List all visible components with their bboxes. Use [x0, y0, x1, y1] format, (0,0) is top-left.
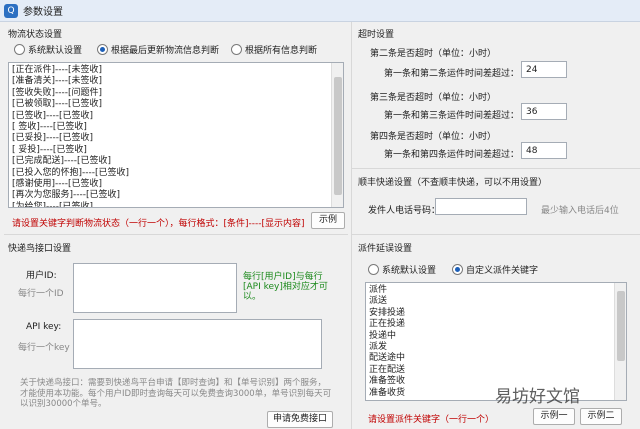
list-item: 配送途中	[369, 353, 406, 364]
userid-label: 用户ID:	[26, 271, 57, 281]
list-item: [已被领取]----[已签收]	[12, 99, 103, 110]
apply-free-api-button[interactable]: 申请免费接口	[267, 411, 333, 428]
list-item: [正在派件]----[未签收]	[12, 65, 103, 75]
list-item: [签收失败]----[问题件]	[12, 87, 103, 98]
timeout-heading-3: 第三条是否超时（单位：小时）	[370, 93, 497, 103]
list-item: 正在配送	[369, 364, 406, 375]
divider	[351, 22, 352, 429]
radio-icon	[368, 264, 379, 275]
dispatch-example1-button[interactable]: 示例一	[533, 408, 575, 425]
sf-phone-label: 发件人电话号码：	[368, 206, 441, 216]
timeout-heading-4: 第四条是否超时（单位：小时）	[370, 132, 497, 142]
list-item: [ 签收]----[已签收]	[12, 122, 87, 133]
list-item: 派送	[369, 296, 388, 307]
logistics-radio-default[interactable]: 系统默认设置	[14, 43, 82, 56]
dispatch-title: 派件延误设置	[358, 244, 413, 254]
userid-placeholder: 每行一个ID	[18, 289, 64, 299]
dispatch-radio-default[interactable]: 系统默认设置	[368, 263, 436, 276]
scroll-thumb[interactable]	[617, 291, 625, 361]
userid-textarea[interactable]	[73, 263, 237, 313]
dispatch-hint: 请设置派件关键字（一行一个）	[368, 415, 495, 425]
list-item: [准备清关]----[未签收]	[12, 76, 103, 87]
scrollbar[interactable]	[614, 283, 626, 400]
list-item: 派件	[369, 285, 388, 295]
kdn-about: 关于快递鸟接口：需要到快递鸟平台申请【即时查询】和【单号识别】两个服务，才能使用…	[20, 378, 332, 409]
kdn-title: 快递鸟接口设置	[8, 244, 72, 254]
logistics-hint: 请设置关键字判断物流状态（一行一个），每行格式：[条件]----[显示内容]	[12, 219, 305, 229]
apikey-textarea[interactable]	[73, 319, 322, 369]
title-bar: Q 参数设置	[0, 0, 640, 22]
divider	[352, 168, 640, 169]
timeout-input-4[interactable]: 48	[521, 142, 567, 159]
dispatch-radio-custom[interactable]: 自定义派件关键字	[452, 263, 538, 276]
list-item: [已签收]----[已签收]	[12, 110, 94, 121]
sf-phone-input[interactable]	[435, 198, 527, 215]
timeout-label-2: 第一条和第二条运件时间差超过：	[384, 69, 520, 79]
userid-note: 每行[用户ID]与每行[API key]相对应才可以。	[243, 272, 328, 302]
timeout-heading-2: 第二条是否超时（单位：小时）	[370, 49, 497, 59]
logistics-radio-all[interactable]: 根据所有信息判断	[231, 43, 317, 56]
divider	[352, 234, 640, 235]
radio-icon	[231, 44, 242, 55]
timeout-input-3[interactable]: 36	[521, 103, 567, 120]
list-item: [已完成配送]----[已签收]	[12, 156, 112, 167]
radio-icon	[14, 44, 25, 55]
divider	[4, 234, 348, 235]
logistics-example-button[interactable]: 示例	[311, 212, 345, 229]
logistics-radio-last[interactable]: 根据最后更新物流信息判断	[97, 43, 219, 56]
radio-checked-icon	[97, 44, 108, 55]
dispatch-example2-button[interactable]: 示例二	[580, 408, 622, 425]
list-item: 派发	[369, 342, 388, 353]
scroll-thumb[interactable]	[334, 77, 342, 195]
window-title: 参数设置	[23, 7, 63, 18]
list-item: [已妥投]----[已签收]	[12, 133, 94, 144]
timeout-label-4: 第一条和第四条运件时间差超过：	[384, 150, 520, 160]
list-item: [再次为您服务]----[已签收]	[12, 190, 121, 201]
scrollbar[interactable]	[331, 63, 343, 207]
list-item: [ 妥投]----[已签收]	[12, 144, 87, 155]
radio-checked-icon	[452, 264, 463, 275]
list-item: [感谢使用]----[已签收]	[12, 179, 103, 190]
list-item: [为给您]----[已签收]	[12, 201, 94, 208]
sf-phone-hint: 最少输入电话后4位	[541, 206, 619, 216]
watermark: 易坊好文馆	[495, 387, 580, 407]
app-icon: Q	[4, 3, 18, 18]
timeout-title: 超时设置	[358, 30, 395, 40]
logistics-keywords-textarea[interactable]: [正在派件]----[未签收] [准备清关]----[未签收] [签收失败]----…	[8, 62, 344, 208]
list-item: 安排投递	[369, 307, 406, 318]
timeout-label-3: 第一条和第三条运件时间差超过：	[384, 111, 520, 121]
apikey-placeholder: 每行一个key	[18, 343, 70, 353]
list-item: 正在投递	[369, 319, 406, 330]
logistics-title: 物流状态设置	[8, 30, 63, 40]
list-item: [已投入您的怀抱]----[已签收]	[12, 167, 130, 178]
list-item: 投递中	[369, 330, 397, 341]
apikey-label: API key:	[26, 322, 62, 332]
timeout-input-2[interactable]: 24	[521, 61, 567, 78]
sf-title: 顺丰快递设置（不查顺丰快递，可以不用设置）	[358, 178, 548, 188]
